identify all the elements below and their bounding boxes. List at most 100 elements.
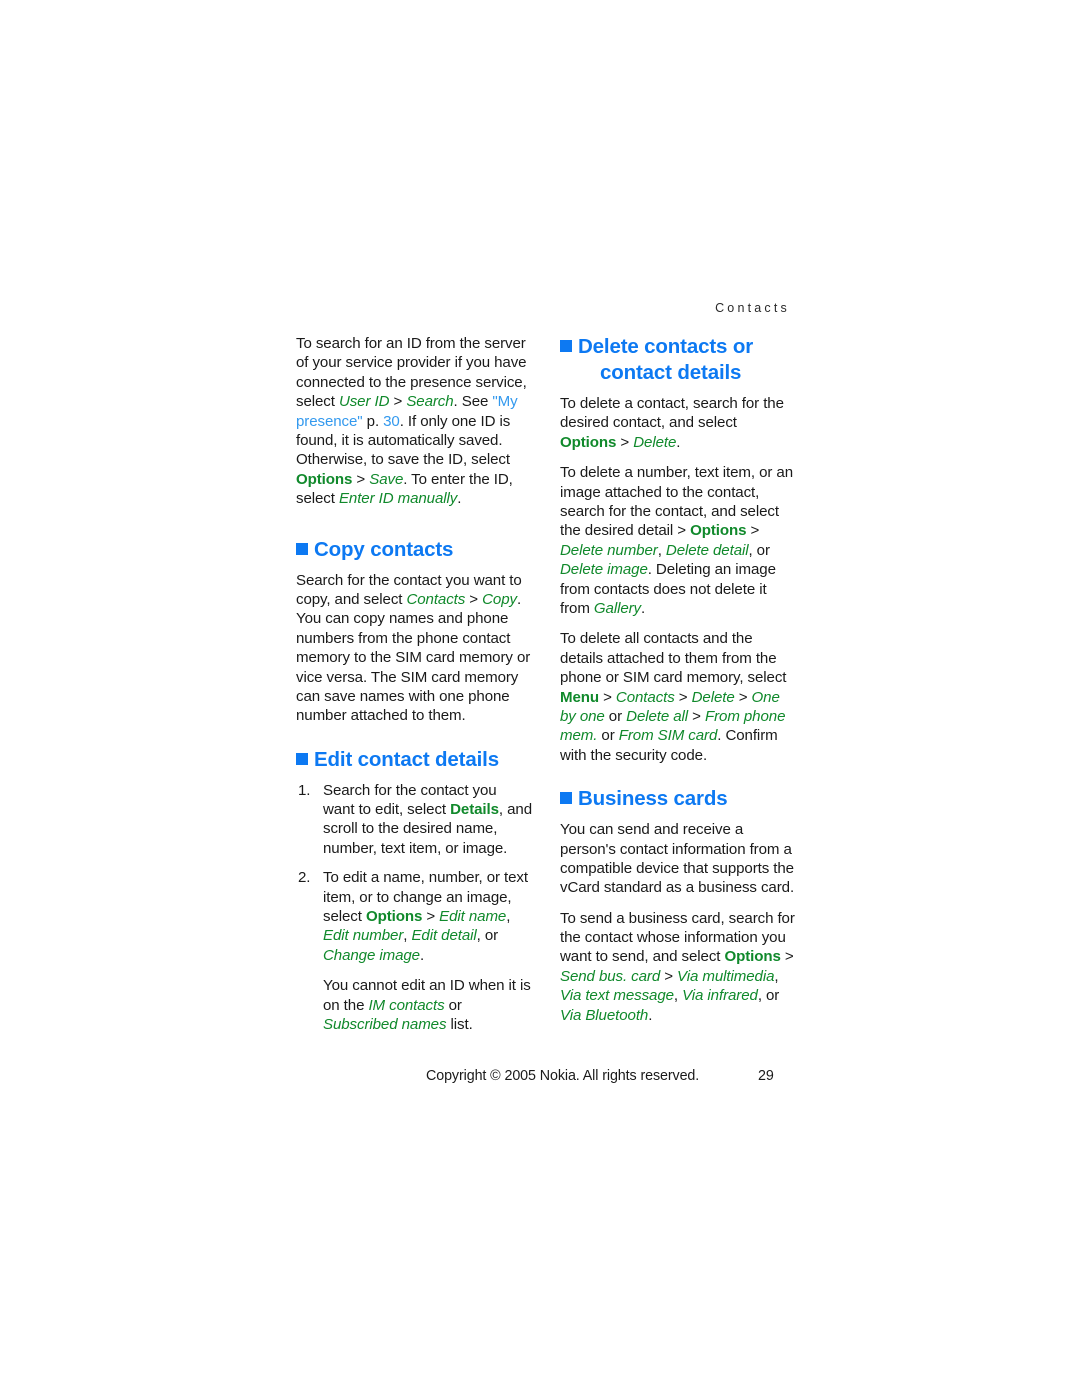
edit-note-text: You cannot edit an ID when it is on the … [323,976,532,1034]
step-2-text: To edit a name, number, or text item, or… [323,868,532,965]
separator: > [780,948,794,966]
separator: , [657,541,666,559]
section-heading-label: Edit contact details [314,747,499,771]
page-number: 29 [758,1068,774,1084]
separator: , or [748,541,771,559]
separator: , [506,908,511,926]
two-column-body: To search for an ID from the server of y… [296,334,796,1044]
keyword-options: Options [365,908,423,926]
section-heading-business-cards: Business cards [560,786,796,812]
separator: > [674,688,692,706]
keyword-im-contacts: IM contacts [368,996,445,1014]
keyword-subscribed-names: Subscribed names [323,1016,447,1033]
keyword-delete-number: Delete number [560,541,658,559]
keyword-edit-name: Edit name [439,908,507,926]
keyword-from-sim-card: From SIM card [618,727,718,745]
separator: > [465,590,483,608]
delete-p3-text-1: To delete all contacts and the details a… [560,630,787,687]
keyword-change-image: Change image [323,946,420,964]
intro-paragraph: To search for an ID from the server of y… [296,334,532,509]
separator: > [616,433,634,451]
step2-text-2: . [419,946,425,964]
keyword-via-text-message: Via text message [560,987,674,1005]
business-cards-paragraph-2: To send a business card, search for the … [560,909,796,1025]
delete-all-paragraph: To delete all contacts and the details a… [560,629,796,765]
separator: , or [757,987,780,1005]
separator: > [746,522,760,540]
keyword-options: Options [560,433,617,451]
keyword-contacts: Contacts [615,688,675,706]
copy-contacts-paragraph: Search for the contact you want to copy,… [296,571,532,726]
separator: > [688,707,705,725]
separator: > [352,470,370,488]
edit-steps-list: Search for the contact you want to edit,… [296,781,532,1035]
note-text-2: or [444,996,462,1014]
square-bullet-icon [296,542,308,555]
keyword-search: Search [406,393,454,411]
keyword-gallery: Gallery [593,599,641,617]
intro-text-3: p. [362,412,384,430]
bc-p2-text-2: . [648,1006,653,1024]
running-head: Contacts [715,301,790,315]
list-item: Search for the contact you want to edit,… [296,781,532,859]
cross-reference-page-30[interactable]: 30 [383,413,400,430]
delete-p2-text-3: . [641,599,646,617]
keyword-menu: Menu [560,688,600,706]
keyword-options: Options [296,470,353,488]
keyword-via-bluetooth: Via Bluetooth [560,1006,649,1024]
section-heading-label-line2: contact details [600,361,742,385]
copyright-notice: Copyright © 2005 Nokia. All rights reser… [426,1068,700,1084]
separator: , [673,987,683,1005]
keyword-options: Options [724,948,781,966]
keyword-delete-all: Delete all [626,707,689,725]
delete-detail-paragraph: To delete a number, text item, or an ima… [560,463,796,618]
delete-p1-text-1: To delete a contact, search for the desi… [560,395,784,432]
separator: > [734,688,752,706]
section-heading-label-line1: Delete contacts or [578,335,754,358]
keyword-delete: Delete [633,433,677,451]
section-heading-copy-contacts: Copy contacts [296,537,532,563]
section-heading-delete-contacts: Delete contacts or contact details [560,334,796,386]
delete-contact-paragraph: To delete a contact, search for the desi… [560,394,796,452]
separator: , [774,967,779,985]
keyword-via-infrared: Via infrared [682,987,758,1005]
keyword-edit-detail: Edit detail [411,927,477,945]
section-heading-edit-contact-details: Edit contact details [296,747,532,773]
keyword-options: Options [690,522,747,540]
intro-text-6: . [457,490,462,508]
separator: , or [476,927,499,945]
keyword-user-id: User ID [338,393,390,411]
keyword-via-multimedia: Via multimedia [677,967,775,985]
separator: or [604,707,627,725]
keyword-contacts: Contacts [406,590,466,608]
keyword-copy: Copy [482,590,517,608]
keyword-delete-image: Delete image [560,561,648,579]
separator: > [660,967,678,985]
separator: > [389,393,407,411]
keyword-delete: Delete [691,688,735,706]
keyword-save: Save [369,470,404,488]
left-column: To search for an ID from the server of y… [296,334,532,1044]
section-heading-label: Copy contacts [314,537,454,561]
separator: or [597,727,619,745]
list-item: To edit a name, number, or text item, or… [296,868,532,1034]
section-heading-label: Business cards [578,787,728,811]
separator: > [599,688,616,706]
square-bullet-icon [560,340,572,352]
square-bullet-icon [296,752,308,765]
business-cards-paragraph-1: You can send and receive a person's cont… [560,821,795,897]
delete-p1-text-2: . [676,433,681,451]
copy-text-2: . You can copy names and phone numbers f… [296,590,531,725]
intro-text-2: . See [453,393,493,411]
keyword-delete-detail: Delete detail [665,541,749,559]
keyword-send-bus-card: Send bus. card [560,967,661,985]
step-1-text: Search for the contact you want to edit,… [323,781,532,859]
square-bullet-icon [560,792,572,805]
keyword-edit-number: Edit number [323,927,404,945]
separator: > [422,908,440,926]
manual-page: Contacts To search for an ID from the se… [0,0,1080,1397]
keyword-details: Details [450,801,499,819]
